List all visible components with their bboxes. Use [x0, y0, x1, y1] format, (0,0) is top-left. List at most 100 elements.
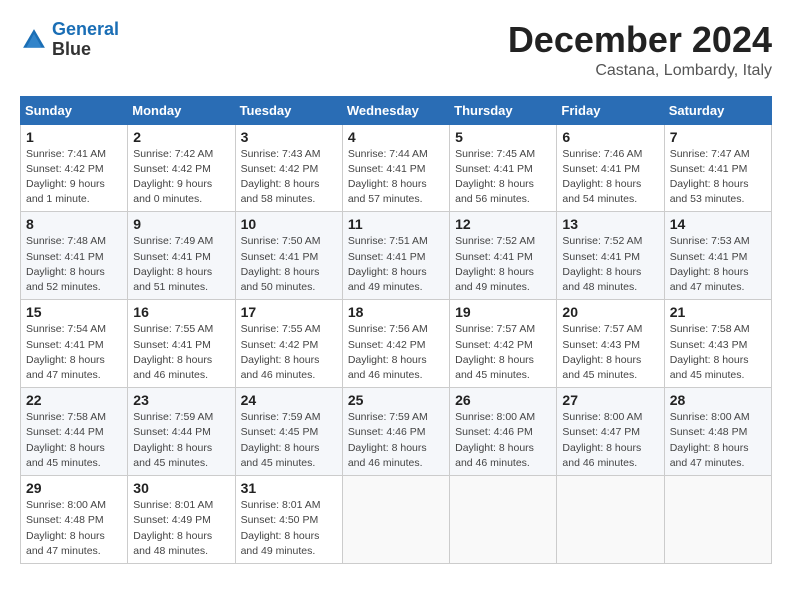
calendar-cell: 12Sunrise: 7:52 AMSunset: 4:41 PMDayligh… — [450, 212, 557, 300]
calendar-cell: 9 Sunrise: 7:49 AMSunset: 4:41 PMDaylight… — [128, 212, 235, 300]
calendar-cell: 19 Sunrise: 7:57 AMSunset: 4:42 PMDayligh… — [450, 300, 557, 388]
day-info: Sunrise: 7:45 AMSunset: 4:41 PMDaylight:… — [455, 147, 551, 208]
day-info: Sunrise: 8:00 AMSunset: 4:47 PMDaylight:… — [562, 410, 658, 471]
day-number: 5 — [455, 129, 551, 145]
day-number: 19 — [455, 304, 551, 320]
calendar-cell: 6 Sunrise: 7:46 AMSunset: 4:41 PMDaylight… — [557, 124, 664, 212]
calendar-cell: 10Sunrise: 7:50 AMSunset: 4:41 PMDayligh… — [235, 212, 342, 300]
day-info: Sunrise: 8:00 AMSunset: 4:48 PMDaylight:… — [26, 498, 122, 559]
day-info: Sunrise: 7:57 AMSunset: 4:42 PMDaylight:… — [455, 322, 551, 383]
day-number: 27 — [562, 392, 658, 408]
day-info: Sunrise: 7:59 AMSunset: 4:45 PMDaylight:… — [241, 410, 337, 471]
day-number: 13 — [562, 216, 658, 232]
day-info: Sunrise: 7:50 AMSunset: 4:41 PMDaylight:… — [241, 234, 337, 295]
calendar-cell: 18 Sunrise: 7:56 AMSunset: 4:42 PMDayligh… — [342, 300, 449, 388]
calendar-cell: 16Sunrise: 7:55 AMSunset: 4:41 PMDayligh… — [128, 300, 235, 388]
weekday-header-friday: Friday — [557, 96, 664, 124]
calendar-cell: 15 Sunrise: 7:54 AMSunset: 4:41 PMDayligh… — [21, 300, 128, 388]
logo-text: General Blue — [52, 20, 119, 60]
calendar-table: SundayMondayTuesdayWednesdayThursdayFrid… — [20, 96, 772, 564]
day-number: 9 — [133, 216, 229, 232]
logo-icon — [20, 26, 48, 54]
day-info: Sunrise: 7:48 AMSunset: 4:41 PMDaylight:… — [26, 234, 122, 295]
day-number: 4 — [348, 129, 444, 145]
day-number: 28 — [670, 392, 766, 408]
calendar-week-1: 1Sunrise: 7:41 AMSunset: 4:42 PMDaylight… — [21, 124, 772, 212]
day-number: 20 — [562, 304, 658, 320]
calendar-cell: 11Sunrise: 7:51 AMSunset: 4:41 PMDayligh… — [342, 212, 449, 300]
calendar-cell: 17 Sunrise: 7:55 AMSunset: 4:42 PMDayligh… — [235, 300, 342, 388]
day-number: 18 — [348, 304, 444, 320]
day-info: Sunrise: 7:41 AMSunset: 4:42 PMDaylight:… — [26, 147, 122, 208]
day-info: Sunrise: 7:43 AMSunset: 4:42 PMDaylight:… — [241, 147, 337, 208]
calendar-cell: 13Sunrise: 7:52 AMSunset: 4:41 PMDayligh… — [557, 212, 664, 300]
month-title: December 2024 — [508, 20, 772, 60]
day-info: Sunrise: 7:44 AMSunset: 4:41 PMDaylight:… — [348, 147, 444, 208]
title-block: December 2024 Castana, Lombardy, Italy — [508, 20, 772, 80]
calendar-cell: 26Sunrise: 8:00 AMSunset: 4:46 PMDayligh… — [450, 388, 557, 476]
calendar-cell: 25 Sunrise: 7:59 AMSunset: 4:46 PMDayligh… — [342, 388, 449, 476]
calendar-cell: 24 Sunrise: 7:59 AMSunset: 4:45 PMDayligh… — [235, 388, 342, 476]
weekday-header-monday: Monday — [128, 96, 235, 124]
calendar-week-5: 29Sunrise: 8:00 AMSunset: 4:48 PMDayligh… — [21, 476, 772, 564]
calendar-cell: 4 Sunrise: 7:44 AMSunset: 4:41 PMDaylight… — [342, 124, 449, 212]
calendar-cell: 14 Sunrise: 7:53 AMSunset: 4:41 PMDayligh… — [664, 212, 771, 300]
day-info: Sunrise: 8:00 AMSunset: 4:48 PMDaylight:… — [670, 410, 766, 471]
calendar-cell: 3 Sunrise: 7:43 AMSunset: 4:42 PMDaylight… — [235, 124, 342, 212]
calendar-cell — [557, 476, 664, 564]
calendar-cell: 20 Sunrise: 7:57 AMSunset: 4:43 PMDayligh… — [557, 300, 664, 388]
day-number: 26 — [455, 392, 551, 408]
day-number: 25 — [348, 392, 444, 408]
day-number: 23 — [133, 392, 229, 408]
day-number: 8 — [26, 216, 122, 232]
day-number: 30 — [133, 480, 229, 496]
calendar-cell: 7Sunrise: 7:47 AMSunset: 4:41 PMDaylight… — [664, 124, 771, 212]
calendar-cell: 8 Sunrise: 7:48 AMSunset: 4:41 PMDaylight… — [21, 212, 128, 300]
day-info: Sunrise: 7:56 AMSunset: 4:42 PMDaylight:… — [348, 322, 444, 383]
calendar-cell: 30Sunrise: 8:01 AMSunset: 4:49 PMDayligh… — [128, 476, 235, 564]
day-info: Sunrise: 7:53 AMSunset: 4:41 PMDaylight:… — [670, 234, 766, 295]
calendar-cell: 28 Sunrise: 8:00 AMSunset: 4:48 PMDayligh… — [664, 388, 771, 476]
day-number: 11 — [348, 216, 444, 232]
day-number: 16 — [133, 304, 229, 320]
day-info: Sunrise: 7:58 AMSunset: 4:43 PMDaylight:… — [670, 322, 766, 383]
calendar-cell: 21 Sunrise: 7:58 AMSunset: 4:43 PMDayligh… — [664, 300, 771, 388]
calendar-cell: 29Sunrise: 8:00 AMSunset: 4:48 PMDayligh… — [21, 476, 128, 564]
calendar-cell: 27 Sunrise: 8:00 AMSunset: 4:47 PMDayligh… — [557, 388, 664, 476]
day-info: Sunrise: 7:57 AMSunset: 4:43 PMDaylight:… — [562, 322, 658, 383]
day-number: 6 — [562, 129, 658, 145]
day-info: Sunrise: 7:46 AMSunset: 4:41 PMDaylight:… — [562, 147, 658, 208]
day-info: Sunrise: 7:59 AMSunset: 4:46 PMDaylight:… — [348, 410, 444, 471]
day-info: Sunrise: 8:01 AMSunset: 4:50 PMDaylight:… — [241, 498, 337, 559]
day-number: 2 — [133, 129, 229, 145]
day-number: 17 — [241, 304, 337, 320]
day-number: 22 — [26, 392, 122, 408]
page-header: General Blue December 2024 Castana, Lomb… — [20, 20, 772, 80]
weekday-header-wednesday: Wednesday — [342, 96, 449, 124]
day-number: 31 — [241, 480, 337, 496]
day-info: Sunrise: 7:55 AMSunset: 4:42 PMDaylight:… — [241, 322, 337, 383]
calendar-cell — [664, 476, 771, 564]
day-info: Sunrise: 7:54 AMSunset: 4:41 PMDaylight:… — [26, 322, 122, 383]
calendar-cell: 5 Sunrise: 7:45 AMSunset: 4:41 PMDaylight… — [450, 124, 557, 212]
calendar-cell — [342, 476, 449, 564]
day-info: Sunrise: 7:47 AMSunset: 4:41 PMDaylight:… — [670, 147, 766, 208]
day-info: Sunrise: 7:59 AMSunset: 4:44 PMDaylight:… — [133, 410, 229, 471]
calendar-cell: 31 Sunrise: 8:01 AMSunset: 4:50 PMDayligh… — [235, 476, 342, 564]
calendar-cell — [450, 476, 557, 564]
day-info: Sunrise: 7:52 AMSunset: 4:41 PMDaylight:… — [455, 234, 551, 295]
day-number: 3 — [241, 129, 337, 145]
calendar-cell: 1Sunrise: 7:41 AMSunset: 4:42 PMDaylight… — [21, 124, 128, 212]
day-number: 21 — [670, 304, 766, 320]
day-number: 15 — [26, 304, 122, 320]
location-subtitle: Castana, Lombardy, Italy — [508, 62, 772, 80]
day-number: 14 — [670, 216, 766, 232]
day-info: Sunrise: 7:49 AMSunset: 4:41 PMDaylight:… — [133, 234, 229, 295]
weekday-header-tuesday: Tuesday — [235, 96, 342, 124]
calendar-cell: 23 Sunrise: 7:59 AMSunset: 4:44 PMDayligh… — [128, 388, 235, 476]
calendar-cell: 2Sunrise: 7:42 AMSunset: 4:42 PMDaylight… — [128, 124, 235, 212]
calendar-week-2: 8 Sunrise: 7:48 AMSunset: 4:41 PMDaylight… — [21, 212, 772, 300]
day-info: Sunrise: 7:58 AMSunset: 4:44 PMDaylight:… — [26, 410, 122, 471]
weekday-header-saturday: Saturday — [664, 96, 771, 124]
day-number: 24 — [241, 392, 337, 408]
